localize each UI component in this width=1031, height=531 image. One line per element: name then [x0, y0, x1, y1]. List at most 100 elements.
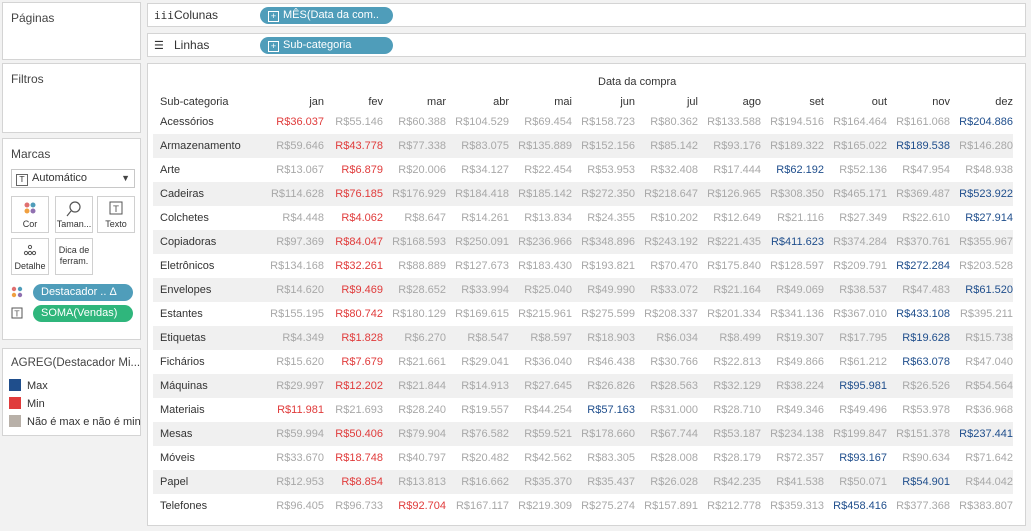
value-cell[interactable]: R$161.068	[887, 110, 950, 134]
row-label[interactable]: Materiais	[153, 398, 266, 422]
value-cell[interactable]: R$134.168	[266, 254, 324, 278]
value-cell[interactable]: R$22.813	[698, 350, 761, 374]
value-cell[interactable]: R$38.537	[824, 278, 887, 302]
value-cell[interactable]: R$36.040	[509, 350, 572, 374]
value-cell[interactable]: R$201.334	[698, 302, 761, 326]
value-cell[interactable]: R$6.034	[635, 326, 698, 350]
value-cell[interactable]: R$69.454	[509, 110, 572, 134]
value-cell[interactable]: R$40.797	[383, 446, 446, 470]
value-cell[interactable]: R$62.192	[761, 158, 824, 182]
value-cell[interactable]: R$93.167	[824, 446, 887, 470]
value-cell[interactable]: R$8.499	[698, 326, 761, 350]
value-cell[interactable]: R$83.305	[572, 446, 635, 470]
value-cell[interactable]: R$43.778	[324, 134, 383, 158]
value-cell[interactable]: R$152.156	[572, 134, 635, 158]
value-cell[interactable]: R$79.904	[383, 422, 446, 446]
value-cell[interactable]: R$95.981	[824, 374, 887, 398]
month-header[interactable]: dez	[950, 93, 1013, 110]
value-cell[interactable]: R$57.163	[572, 398, 635, 422]
value-cell[interactable]: R$49.496	[824, 398, 887, 422]
value-cell[interactable]: R$52.136	[824, 158, 887, 182]
value-cell[interactable]: R$272.350	[572, 182, 635, 206]
value-cell[interactable]: R$14.620	[266, 278, 324, 302]
value-cell[interactable]: R$48.938	[950, 158, 1013, 182]
value-cell[interactable]: R$359.313	[761, 494, 824, 518]
value-cell[interactable]: R$22.454	[509, 158, 572, 182]
value-cell[interactable]: R$12.202	[324, 374, 383, 398]
value-cell[interactable]: R$14.913	[446, 374, 509, 398]
rows-shelf[interactable]: ☰ Linhas + Sub-categoria	[147, 33, 1026, 57]
tooltip-button[interactable]: Dica de ferram.	[55, 238, 93, 275]
row-label[interactable]: Estantes	[153, 302, 266, 326]
value-cell[interactable]: R$35.370	[509, 470, 572, 494]
value-cell[interactable]: R$133.588	[698, 110, 761, 134]
value-cell[interactable]: R$383.807	[950, 494, 1013, 518]
value-cell[interactable]: R$175.840	[698, 254, 761, 278]
value-cell[interactable]: R$208.337	[635, 302, 698, 326]
value-cell[interactable]: R$44.254	[509, 398, 572, 422]
value-cell[interactable]: R$395.211	[950, 302, 1013, 326]
value-cell[interactable]: R$44.042	[950, 470, 1013, 494]
text-field-pill[interactable]: SOMA(Vendas)	[33, 305, 133, 322]
value-cell[interactable]: R$26.526	[887, 374, 950, 398]
value-cell[interactable]: R$168.593	[383, 230, 446, 254]
value-cell[interactable]: R$19.557	[446, 398, 509, 422]
value-cell[interactable]: R$10.202	[635, 206, 698, 230]
value-cell[interactable]: R$76.582	[446, 422, 509, 446]
value-cell[interactable]: R$199.847	[824, 422, 887, 446]
row-label[interactable]: Arte	[153, 158, 266, 182]
month-header[interactable]: abr	[446, 93, 509, 110]
value-cell[interactable]: R$47.954	[887, 158, 950, 182]
value-cell[interactable]: R$83.075	[446, 134, 509, 158]
value-cell[interactable]: R$30.766	[635, 350, 698, 374]
legend-item-min[interactable]: Min	[9, 397, 45, 410]
value-cell[interactable]: R$77.338	[383, 134, 446, 158]
value-cell[interactable]: R$28.179	[698, 446, 761, 470]
value-cell[interactable]: R$308.350	[761, 182, 824, 206]
value-cell[interactable]: R$218.647	[635, 182, 698, 206]
value-cell[interactable]: R$32.408	[635, 158, 698, 182]
value-cell[interactable]: R$19.628	[887, 326, 950, 350]
value-cell[interactable]: R$88.889	[383, 254, 446, 278]
value-cell[interactable]: R$9.469	[324, 278, 383, 302]
value-cell[interactable]: R$21.164	[698, 278, 761, 302]
value-cell[interactable]: R$6.270	[383, 326, 446, 350]
value-cell[interactable]: R$20.006	[383, 158, 446, 182]
value-cell[interactable]: R$18.903	[572, 326, 635, 350]
value-cell[interactable]: R$42.562	[509, 446, 572, 470]
row-label[interactable]: Cadeiras	[153, 182, 266, 206]
value-cell[interactable]: R$189.322	[761, 134, 824, 158]
month-header[interactable]: mar	[383, 93, 446, 110]
value-cell[interactable]: R$80.362	[635, 110, 698, 134]
value-cell[interactable]: R$169.615	[446, 302, 509, 326]
value-cell[interactable]: R$369.487	[887, 182, 950, 206]
value-cell[interactable]: R$36.037	[266, 110, 324, 134]
value-cell[interactable]: R$194.516	[761, 110, 824, 134]
value-cell[interactable]: R$12.649	[698, 206, 761, 230]
value-cell[interactable]: R$4.349	[266, 326, 324, 350]
legend-item-max[interactable]: Max	[9, 379, 48, 392]
value-cell[interactable]: R$155.195	[266, 302, 324, 326]
value-cell[interactable]: R$54.564	[950, 374, 1013, 398]
text-button[interactable]: T Texto	[97, 196, 135, 233]
value-cell[interactable]: R$53.978	[887, 398, 950, 422]
row-label[interactable]: Copiadoras	[153, 230, 266, 254]
value-cell[interactable]: R$243.192	[635, 230, 698, 254]
value-cell[interactable]: R$71.642	[950, 446, 1013, 470]
value-cell[interactable]: R$189.538	[887, 134, 950, 158]
value-cell[interactable]: R$28.710	[698, 398, 761, 422]
value-cell[interactable]: R$49.346	[761, 398, 824, 422]
value-cell[interactable]: R$13.067	[266, 158, 324, 182]
value-cell[interactable]: R$26.826	[572, 374, 635, 398]
value-cell[interactable]: R$27.349	[824, 206, 887, 230]
value-cell[interactable]: R$433.108	[887, 302, 950, 326]
value-cell[interactable]: R$84.047	[324, 230, 383, 254]
value-cell[interactable]: R$8.647	[383, 206, 446, 230]
value-cell[interactable]: R$50.406	[324, 422, 383, 446]
value-cell[interactable]: R$38.224	[761, 374, 824, 398]
value-cell[interactable]: R$458.416	[824, 494, 887, 518]
value-cell[interactable]: R$126.965	[698, 182, 761, 206]
color-pill-row[interactable]: Destacador .. Δ	[11, 284, 136, 301]
value-cell[interactable]: R$6.879	[324, 158, 383, 182]
value-cell[interactable]: R$24.355	[572, 206, 635, 230]
